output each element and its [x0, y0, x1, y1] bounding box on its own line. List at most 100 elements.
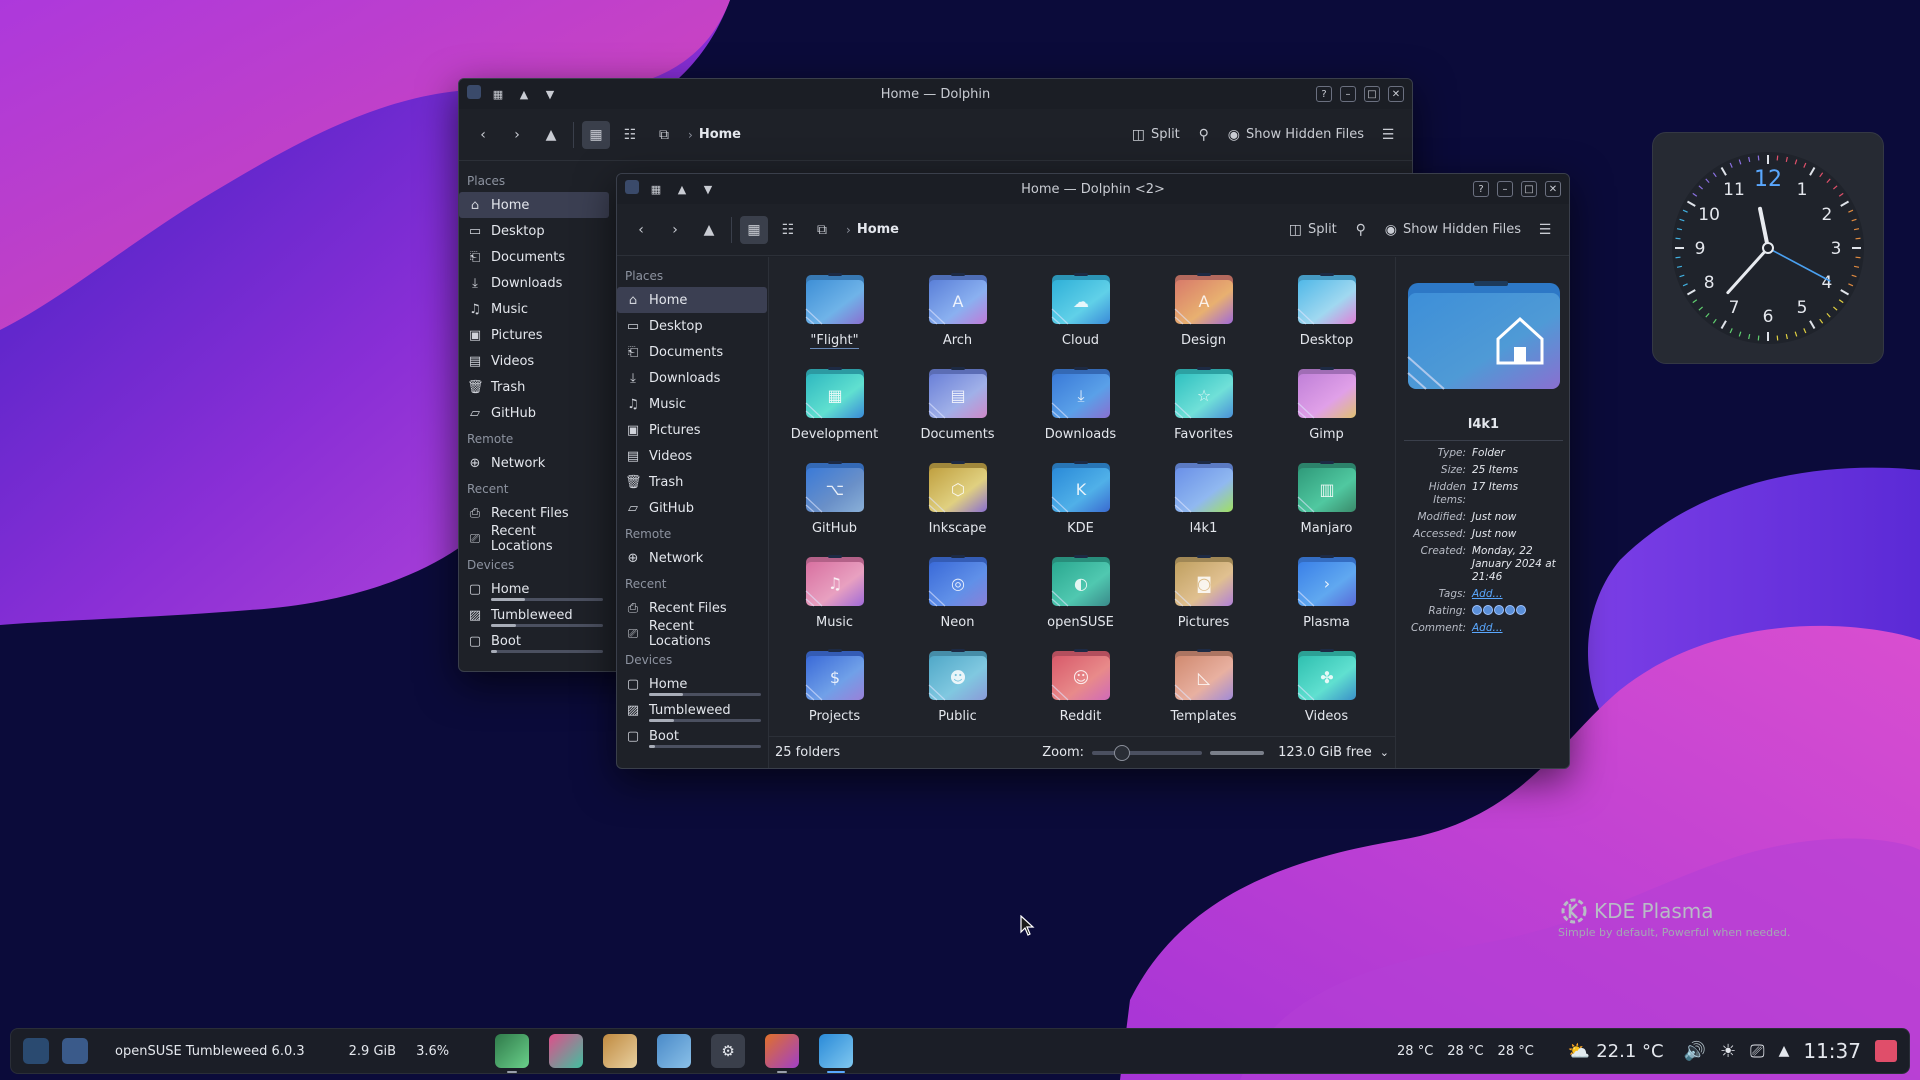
place-home[interactable]: ⌂ Home — [617, 287, 767, 313]
forward-button[interactable]: › — [503, 121, 531, 149]
task-system-settings[interactable]: ⚙ — [711, 1034, 746, 1068]
place-recent-locations[interactable]: ⎚ Recent Locations — [459, 524, 609, 554]
task-firefox[interactable] — [765, 1034, 800, 1073]
task-discover[interactable] — [657, 1034, 692, 1068]
folder-item[interactable]: ☆ Favorites — [1142, 365, 1265, 455]
folder-item[interactable]: Gimp — [1265, 365, 1388, 455]
add-comment-link[interactable]: Add... — [1472, 622, 1569, 635]
add-tags-link[interactable]: Add... — [1472, 588, 1569, 601]
titlebar[interactable]: ▦ ▲ ▼ Home — Dolphin <2> ? – □ ✕ — [617, 174, 1569, 204]
back-button[interactable]: ‹ — [627, 216, 655, 244]
show-desktop-icon[interactable] — [62, 1038, 88, 1064]
zoom-slider[interactable] — [1092, 744, 1203, 761]
split-button[interactable]: ◫ Split — [1128, 121, 1184, 149]
close-button[interactable]: ✕ — [1388, 86, 1404, 102]
place-downloads[interactable]: ⤓ Downloads — [617, 365, 767, 391]
folder-item[interactable]: l4k1 — [1142, 459, 1265, 549]
folder-item[interactable]: ⬡ Inkscape — [896, 459, 1019, 549]
app-launcher-icon[interactable] — [23, 1038, 49, 1064]
device-home[interactable]: ▢ Home — [617, 671, 767, 697]
help-button[interactable]: ? — [1316, 86, 1332, 102]
forward-button[interactable]: › — [661, 216, 689, 244]
keep-above-icon[interactable]: ▲ — [673, 180, 691, 198]
weather-icon[interactable]: ⛅ — [1568, 1041, 1590, 1062]
folder-item[interactable]: ⤓ Downloads — [1019, 365, 1142, 455]
dolphin-app-icon[interactable] — [625, 180, 639, 194]
pin-icon[interactable]: ▦ — [647, 180, 665, 198]
place-recent-locations[interactable]: ⎚ Recent Locations — [617, 619, 767, 649]
back-button[interactable]: ‹ — [469, 121, 497, 149]
folder-item[interactable]: ✤ Videos — [1265, 647, 1388, 737]
device-boot[interactable]: ▢ Boot — [617, 723, 767, 749]
up-button[interactable]: ▲ — [537, 121, 565, 149]
folder-item[interactable]: $ Projects — [773, 647, 896, 737]
show-hidden-files-button[interactable]: ◉ Show Hidden Files — [1381, 216, 1525, 244]
folder-item[interactable]: ☻ Public — [896, 647, 1019, 737]
place-trash[interactable]: 🗑 Trash — [617, 469, 767, 495]
analog-clock-widget[interactable]: 12 1 2 3 4 5 6 7 8 9 10 11 — [1652, 132, 1884, 364]
dolphin-app-icon[interactable] — [467, 85, 481, 99]
network-icon[interactable]: ⎚ — [1750, 1041, 1764, 1062]
free-space[interactable]: 123.0 GiB free — [1278, 745, 1372, 760]
pin-icon[interactable]: ▦ — [489, 85, 507, 103]
breadcrumb-home[interactable]: Home — [699, 127, 741, 142]
folder-item[interactable]: ▤ Documents — [896, 365, 1019, 455]
place-videos[interactable]: ▤ Videos — [617, 443, 767, 469]
device-tumbleweed[interactable]: ▨ Tumbleweed — [459, 602, 609, 628]
place-trash[interactable]: 🗑 Trash — [459, 374, 609, 400]
folder-view[interactable]: "Flight" A Arch ☁ Cloud A Design Desktop ▦ Develo… — [768, 257, 1395, 768]
keep-below-icon[interactable]: ▼ — [541, 85, 559, 103]
details-view-button[interactable]: ⧉ — [808, 216, 836, 244]
weather-temperature[interactable]: 22.1 °C — [1596, 1041, 1663, 1062]
place-recent-files[interactable]: ⎙ Recent Files — [617, 595, 767, 621]
place-pictures[interactable]: ▣ Pictures — [459, 322, 609, 348]
place-documents[interactable]: ⎗ Documents — [617, 339, 767, 365]
place-network[interactable]: ⊕ Network — [617, 545, 767, 571]
place-music[interactable]: ♫ Music — [617, 391, 767, 417]
folder-item[interactable]: ♫ Music — [773, 553, 896, 643]
icons-view-button[interactable]: ▦ — [740, 215, 768, 244]
search-button[interactable]: ⚲ — [1347, 216, 1375, 244]
dolphin-window-front[interactable]: ▦ ▲ ▼ Home — Dolphin <2> ? – □ ✕ ‹ › ▲ ▦… — [616, 173, 1570, 769]
up-button[interactable]: ▲ — [695, 216, 723, 244]
hamburger-menu-button[interactable]: ☰ — [1531, 216, 1559, 244]
minimize-button[interactable]: – — [1340, 86, 1356, 102]
keep-above-icon[interactable]: ▲ — [515, 85, 533, 103]
place-github[interactable]: ▱ GitHub — [617, 495, 767, 521]
titlebar[interactable]: ▦ ▲ ▼ Home — Dolphin ? – □ ✕ — [459, 79, 1412, 109]
compact-view-button[interactable]: ☷ — [616, 121, 644, 149]
task-dolphin[interactable] — [819, 1034, 854, 1073]
show-hidden-files-button[interactable]: ◉ Show Hidden Files — [1224, 121, 1368, 149]
place-desktop[interactable]: ▭ Desktop — [617, 313, 767, 339]
place-documents[interactable]: ⎗ Documents — [459, 244, 609, 270]
split-button[interactable]: ◫ Split — [1285, 216, 1341, 244]
maximize-button[interactable]: □ — [1521, 181, 1537, 197]
search-button[interactable]: ⚲ — [1190, 121, 1218, 149]
folder-item[interactable]: K KDE — [1019, 459, 1142, 549]
chevron-down-icon[interactable]: ⌄ — [1380, 746, 1389, 759]
task-gimp[interactable] — [603, 1034, 638, 1068]
folder-item[interactable]: ◙ Pictures — [1142, 553, 1265, 643]
place-downloads[interactable]: ⤓ Downloads — [459, 270, 609, 296]
rating-stars[interactable] — [1472, 605, 1565, 615]
place-music[interactable]: ♫ Music — [459, 296, 609, 322]
minimize-button[interactable]: – — [1497, 181, 1513, 197]
volume-icon[interactable]: 🔊 — [1684, 1041, 1706, 1062]
folder-item[interactable]: ▥ Manjaro — [1265, 459, 1388, 549]
place-desktop[interactable]: ▭ Desktop — [459, 218, 609, 244]
device-boot[interactable]: ▢ Boot — [459, 628, 609, 654]
night-color-icon[interactable]: ☀ — [1720, 1041, 1736, 1062]
place-videos[interactable]: ▤ Videos — [459, 348, 609, 374]
digital-clock[interactable]: 11:37 — [1803, 1039, 1861, 1063]
folder-item[interactable]: ☁ Cloud — [1019, 271, 1142, 361]
hamburger-menu-button[interactable]: ☰ — [1374, 121, 1402, 149]
folder-item[interactable]: ◎ Neon — [896, 553, 1019, 643]
folder-item[interactable]: A Design — [1142, 271, 1265, 361]
folder-item[interactable]: ◺ Templates — [1142, 647, 1265, 737]
place-recent-files[interactable]: ⎙ Recent Files — [459, 500, 609, 526]
logout-icon[interactable] — [1875, 1040, 1897, 1062]
task-gradient-app[interactable] — [549, 1034, 584, 1068]
folder-item[interactable]: Desktop — [1265, 271, 1388, 361]
place-github[interactable]: ▱ GitHub — [459, 400, 609, 426]
breadcrumb-home[interactable]: Home — [857, 222, 899, 237]
